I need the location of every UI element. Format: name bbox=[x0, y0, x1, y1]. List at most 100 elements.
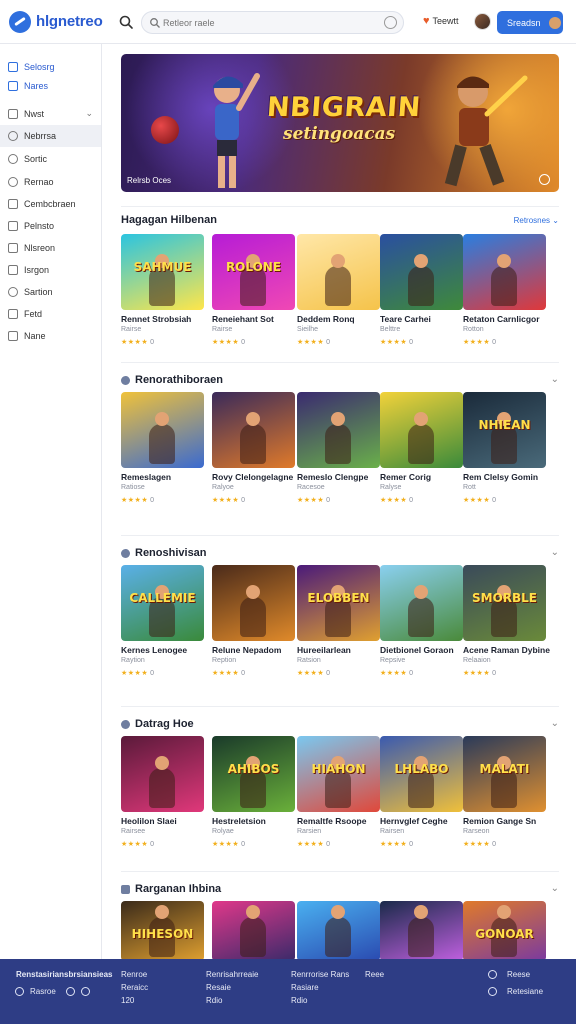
game-thumbnail[interactable] bbox=[380, 565, 463, 641]
game-card[interactable]: Remeslo Clengpe Racesoe ★★★★ 0 bbox=[297, 392, 380, 507]
game-card[interactable]: NHIEAN Rem Clelsy Gomin Rott ★★★★ 0 bbox=[463, 392, 546, 507]
settings-icon[interactable] bbox=[488, 970, 497, 979]
game-title[interactable]: Rem Clelsy Gomin bbox=[463, 472, 549, 482]
game-title[interactable]: Rovy Clelongelagne bbox=[212, 472, 298, 482]
game-card[interactable]: Remeslagen Ratiose ★★★★ 0 bbox=[121, 392, 204, 507]
game-thumbnail[interactable]: AHIBOS bbox=[212, 736, 295, 812]
game-card[interactable]: Dietbionel Goraon Repsive ★★★★ 0 bbox=[380, 565, 463, 680]
game-card[interactable]: ROLONE Reneiehant Sot Rairse ★★★★ 0 bbox=[212, 234, 295, 349]
sidebar-item-sartion[interactable]: Sartion bbox=[0, 281, 101, 303]
section-title[interactable]: Datrag Hoe bbox=[121, 718, 194, 730]
footer-link[interactable]: Retesiane bbox=[507, 987, 543, 996]
game-card[interactable]: Deddem Ronq Sieilhe ★★★★ 0 bbox=[297, 234, 380, 349]
sign-in-button[interactable]: Sreadsn bbox=[497, 11, 563, 34]
game-title[interactable]: Remion Gange Sn bbox=[463, 816, 549, 826]
sidebar-item-nane[interactable]: Nane bbox=[0, 325, 101, 347]
game-title[interactable]: Kernes Lenogee bbox=[121, 645, 207, 655]
footer-link[interactable]: Rasroe bbox=[30, 987, 56, 996]
game-title[interactable]: Remer Corig bbox=[380, 472, 466, 482]
game-title[interactable]: Dietbionel Goraon bbox=[380, 645, 466, 655]
game-thumbnail[interactable] bbox=[297, 392, 380, 468]
sidebar-item-fetd[interactable]: Fetd bbox=[0, 303, 101, 325]
game-thumbnail[interactable]: HIHESON bbox=[121, 901, 204, 959]
game-thumbnail[interactable]: HIAHON bbox=[297, 736, 380, 812]
game-card[interactable]: LHLABO Hernvglef Ceghe Rairsen ★★★★ 0 bbox=[380, 736, 463, 851]
avatar[interactable] bbox=[474, 13, 491, 30]
game-card[interactable]: SAHMUE Rennet Strobsiah Rairse ★★★★ 0 bbox=[121, 234, 204, 349]
chevron-down-icon[interactable]: ⌄ bbox=[551, 883, 559, 894]
chevron-down-icon[interactable]: ⌄ bbox=[551, 547, 559, 558]
game-thumbnail[interactable] bbox=[380, 234, 463, 310]
game-card[interactable]: MALATI Remion Gange Sn Rarseon ★★★★ 0 bbox=[463, 736, 546, 851]
game-title[interactable]: Remaltfe Rsoope bbox=[297, 816, 383, 826]
sidebar-item-cembcbraen[interactable]: Cembcbraen bbox=[0, 193, 101, 215]
game-card[interactable] bbox=[212, 901, 295, 959]
hero-banner[interactable]: NBIGRAIN setingoacas Relrsb Oces bbox=[121, 54, 559, 192]
footer-link[interactable]: Renrrorise Rans bbox=[291, 970, 349, 979]
chevron-down-icon[interactable]: ⌄ bbox=[551, 374, 559, 385]
section-title[interactable]: Renoshivisan bbox=[121, 547, 207, 559]
game-card[interactable] bbox=[297, 901, 380, 959]
game-title[interactable]: Heolilon Slaei bbox=[121, 816, 207, 826]
game-card[interactable]: Teare Carhei Belttre ★★★★ 0 bbox=[380, 234, 463, 349]
game-thumbnail[interactable] bbox=[121, 736, 204, 812]
game-thumbnail[interactable] bbox=[380, 901, 463, 959]
game-thumbnail[interactable]: LHLABO bbox=[380, 736, 463, 812]
globe-icon[interactable] bbox=[15, 987, 24, 996]
game-title[interactable]: Teare Carhei bbox=[380, 314, 466, 324]
game-card[interactable]: CALLEMIE Kernes Lenogee Raytion ★★★★ 0 bbox=[121, 565, 204, 680]
logo-icon[interactable] bbox=[9, 11, 31, 33]
search-icon[interactable] bbox=[118, 14, 134, 30]
game-thumbnail[interactable]: ROLONE bbox=[212, 234, 295, 310]
favorites-link[interactable]: ♥ Teewtt bbox=[423, 16, 459, 27]
help-icon[interactable] bbox=[488, 987, 497, 996]
sidebar-item-nlsreon[interactable]: Nlsreon bbox=[0, 237, 101, 259]
sidebar-item-nares[interactable]: Nares bbox=[0, 75, 101, 97]
game-title[interactable]: Reneiehant Sot bbox=[212, 314, 298, 324]
game-card[interactable]: SMORBLE Acene Raman Dybine Relaaion ★★★★ 0 bbox=[463, 565, 550, 680]
game-card[interactable]: Remer Corig Ralyse ★★★★ 0 bbox=[380, 392, 463, 507]
footer-link[interactable]: Renroe bbox=[121, 970, 147, 979]
game-card[interactable]: HIAHON Remaltfe Rsoope Rarsien ★★★★ 0 bbox=[297, 736, 380, 851]
game-title[interactable]: Remeslo Clengpe bbox=[297, 472, 383, 482]
footer-link[interactable]: Resaie bbox=[206, 983, 231, 992]
section-title[interactable]: Hagagan Hilbenan bbox=[121, 214, 217, 226]
game-title[interactable]: Remeslagen bbox=[121, 472, 207, 482]
game-thumbnail[interactable] bbox=[212, 901, 295, 959]
game-thumbnail[interactable]: ELOBBEN bbox=[297, 565, 380, 641]
game-card[interactable]: ELOBBEN Hureeilarlean Ratsion ★★★★ 0 bbox=[297, 565, 380, 680]
game-card[interactable]: GONOAR bbox=[463, 901, 546, 959]
footer-link[interactable]: Renrisahrreaie bbox=[206, 970, 258, 979]
footer-link[interactable]: Reee bbox=[365, 970, 384, 979]
game-thumbnail[interactable]: SMORBLE bbox=[463, 565, 546, 641]
settings-icon[interactable] bbox=[384, 16, 397, 29]
chevron-down-icon[interactable]: ⌄ bbox=[85, 108, 93, 119]
info-icon[interactable] bbox=[81, 987, 90, 996]
game-title[interactable]: Rennet Strobsiah bbox=[121, 314, 207, 324]
search-input[interactable] bbox=[163, 15, 383, 31]
game-card[interactable]: Retaton Carnlicgor Rotton ★★★★ 0 bbox=[463, 234, 546, 349]
footer-link[interactable]: Rasiare bbox=[291, 983, 319, 992]
game-thumbnail[interactable]: NHIEAN bbox=[463, 392, 546, 468]
section-title[interactable]: Rarganan Ihbina bbox=[121, 883, 221, 895]
game-thumbnail[interactable] bbox=[380, 392, 463, 468]
game-thumbnail[interactable]: MALATI bbox=[463, 736, 546, 812]
sidebar-item-isrgon[interactable]: Isrgon bbox=[0, 259, 101, 281]
game-card[interactable]: AHIBOS Hestreletsion Rolyae ★★★★ 0 bbox=[212, 736, 295, 851]
game-thumbnail[interactable] bbox=[463, 234, 546, 310]
game-thumbnail[interactable]: SAHMUE bbox=[121, 234, 204, 310]
share-icon[interactable] bbox=[66, 987, 75, 996]
game-thumbnail[interactable]: GONOAR bbox=[463, 901, 546, 959]
sidebar-item-nwst[interactable]: Nwst ⌄ bbox=[0, 103, 101, 125]
game-thumbnail[interactable] bbox=[297, 901, 380, 959]
footer-link[interactable]: Reraicc bbox=[121, 983, 148, 992]
footer-link[interactable]: Reese bbox=[507, 970, 530, 979]
game-card[interactable] bbox=[380, 901, 463, 959]
game-thumbnail[interactable]: CALLEMIE bbox=[121, 565, 204, 641]
game-thumbnail[interactable] bbox=[297, 234, 380, 310]
see-more-link[interactable]: Retrosnes ⌄ bbox=[514, 216, 559, 225]
game-title[interactable]: Hestreletsion bbox=[212, 816, 298, 826]
game-title[interactable]: Hernvglef Ceghe bbox=[380, 816, 466, 826]
game-title[interactable]: Retaton Carnlicgor bbox=[463, 314, 549, 324]
game-thumbnail[interactable] bbox=[121, 392, 204, 468]
